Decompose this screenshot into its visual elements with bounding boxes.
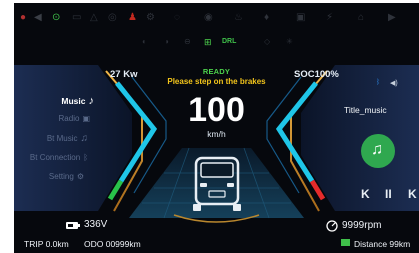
track-title: Title_music xyxy=(344,105,387,115)
menu-item-bt-connection[interactable]: Bt Connection ᛒ xyxy=(30,153,88,162)
music-note-icon: ♫ xyxy=(80,133,89,144)
media-menu: Music ♪ Radio ▣ Bt Music ♫ Bt Connection… xyxy=(14,91,94,191)
menu-item-bt-music[interactable]: Bt Music ♫ xyxy=(47,133,88,144)
menu-item-label: Music xyxy=(61,96,86,106)
battery-voltage: 336V xyxy=(84,219,108,230)
menu-item-label: Radio xyxy=(58,114,80,123)
soc-readout: SOC100% xyxy=(294,69,339,80)
brake-message: Please step on the brakes xyxy=(167,77,266,86)
odo-readout: ODO 00999km xyxy=(84,239,141,249)
trip-readout: TRIP 0.0km xyxy=(24,239,69,249)
bluetooth-icon: ᛒ xyxy=(376,79,381,86)
menu-item-music[interactable]: Music ♪ xyxy=(61,95,94,107)
next-track-button[interactable]: K xyxy=(408,187,417,201)
bluetooth-icon: ᛒ xyxy=(83,153,88,162)
pause-button[interactable]: II xyxy=(385,187,392,201)
volume-icon: ◀) xyxy=(390,80,398,87)
menu-item-label: Bt Music xyxy=(46,134,78,143)
play-music-icon[interactable]: ♫ xyxy=(371,141,383,159)
menu-item-setting[interactable]: Setting ⚙ xyxy=(49,172,84,181)
rpm-readout: 9999rpm xyxy=(342,220,382,231)
distance-readout: Distance 99km xyxy=(354,239,411,249)
menu-item-label: Setting xyxy=(48,172,74,181)
gear-icon: ⚙ xyxy=(76,172,84,181)
ready-indicator: READY xyxy=(202,67,231,76)
instrument-cluster: ● ◀ ⊙ ▭ △ ◎ ♟ ⚙ ◌ ◉ ♨ ♦ ▣ ⚡ ⌂ ▶ ◐ ◑ ⊖ ⊞ … xyxy=(14,3,419,253)
menu-item-label: Bt Connection xyxy=(29,153,81,162)
radio-icon: ▣ xyxy=(82,114,90,123)
menu-item-radio[interactable]: Radio ▣ xyxy=(59,114,90,123)
music-note-icon: ♪ xyxy=(88,95,95,107)
previous-track-button[interactable]: K xyxy=(361,187,370,201)
